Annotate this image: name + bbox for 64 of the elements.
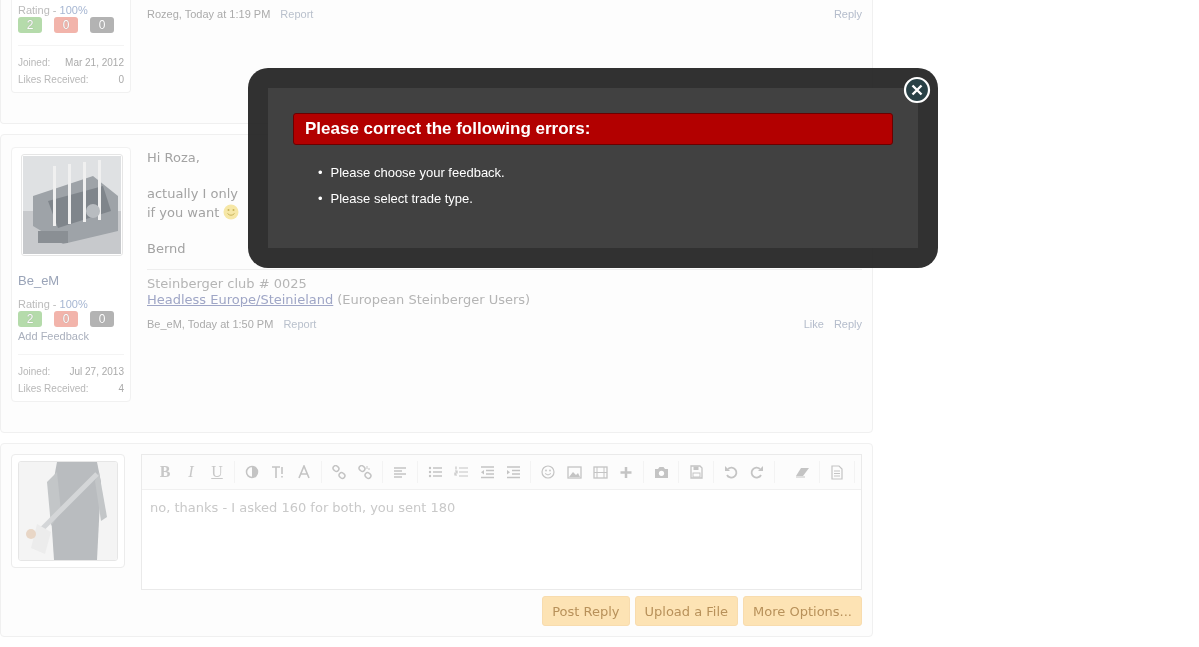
outdent-icon — [479, 464, 495, 480]
post-action-link[interactable]: Reply — [833, 318, 862, 330]
add-feedback-link[interactable]: Add Feedback — [18, 330, 124, 342]
redo-icon — [749, 464, 765, 480]
feedback-count: 2 — [18, 17, 42, 33]
stat-label: Likes Received: — [18, 382, 89, 396]
stat-value: Jul 27, 2013 — [69, 365, 124, 379]
message-text: actually I only — [147, 185, 238, 203]
error-message: Please choose your feedback. — [330, 165, 505, 181]
indent-icon — [505, 464, 521, 480]
signature-link[interactable]: Headless Europe/Steinieland — [147, 292, 334, 308]
plus-icon — [618, 464, 634, 480]
message-text: Hi Roza, — [147, 149, 200, 167]
bullet: • — [318, 165, 323, 181]
document-icon — [829, 464, 845, 480]
post-action-link[interactable]: Like — [803, 318, 824, 330]
rating-percent: 100% — [59, 298, 88, 310]
smiley-icon — [540, 464, 556, 480]
action-button[interactable]: Upload a File — [634, 596, 739, 626]
report-link[interactable]: Report — [280, 8, 314, 20]
post-author-time[interactable]: Be_eM, Today at 1:50 PM — [147, 318, 274, 330]
contrast-icon — [244, 464, 260, 480]
signature-text: Steinberger club # 0025 — [147, 276, 308, 292]
text-size-icon — [270, 464, 286, 480]
smiley-icon — [223, 204, 240, 220]
stat-value: 0 — [118, 73, 124, 87]
error-title: Please correct the following errors: — [293, 113, 893, 145]
error-message: Please select trade type. — [330, 191, 473, 207]
font-color-icon — [296, 464, 312, 480]
rating-label: Rating - — [18, 4, 57, 16]
floppy-icon — [688, 464, 704, 480]
rating-percent: 100% — [59, 4, 88, 16]
message-text: Bernd — [147, 240, 186, 258]
report-link[interactable]: Report — [283, 318, 317, 330]
image-icon — [566, 464, 582, 480]
message-text: if you want — [147, 203, 240, 222]
action-button[interactable]: Post Reply — [542, 596, 630, 626]
align-left-icon — [392, 464, 408, 480]
feedback-count: 0 — [90, 17, 114, 33]
rating-label: Rating - — [18, 298, 57, 310]
stat-value: Mar 21, 2012 — [65, 56, 124, 70]
feedback-count: 0 — [54, 311, 78, 327]
bullet-list-icon — [427, 464, 443, 480]
feedback-count: 0 — [90, 311, 114, 327]
feedback-count: 2 — [18, 311, 42, 327]
link-icon — [331, 464, 347, 480]
stat-label: Joined: — [18, 56, 51, 70]
signature-note: (European Steinberger Users) — [337, 292, 531, 308]
unlink-icon — [357, 464, 373, 480]
bullet: • — [318, 191, 323, 207]
undo-icon — [723, 464, 739, 480]
post-author-time[interactable]: Rozeg, Today at 1:19 PM — [147, 8, 271, 20]
film-icon — [592, 464, 608, 480]
stat-value: 4 — [118, 382, 124, 396]
numbered-list-icon — [453, 464, 469, 480]
action-button[interactable]: More Options... — [743, 596, 862, 626]
stat-label: Joined: — [18, 365, 51, 379]
close-icon — [903, 76, 931, 104]
feedback-count: 0 — [54, 17, 78, 33]
username[interactable]: Be_eM — [18, 273, 124, 288]
close-button[interactable] — [903, 76, 931, 104]
stat-label: Likes Received: — [18, 73, 89, 87]
post-action-link[interactable]: Reply — [833, 8, 862, 20]
camera-icon — [653, 464, 669, 480]
